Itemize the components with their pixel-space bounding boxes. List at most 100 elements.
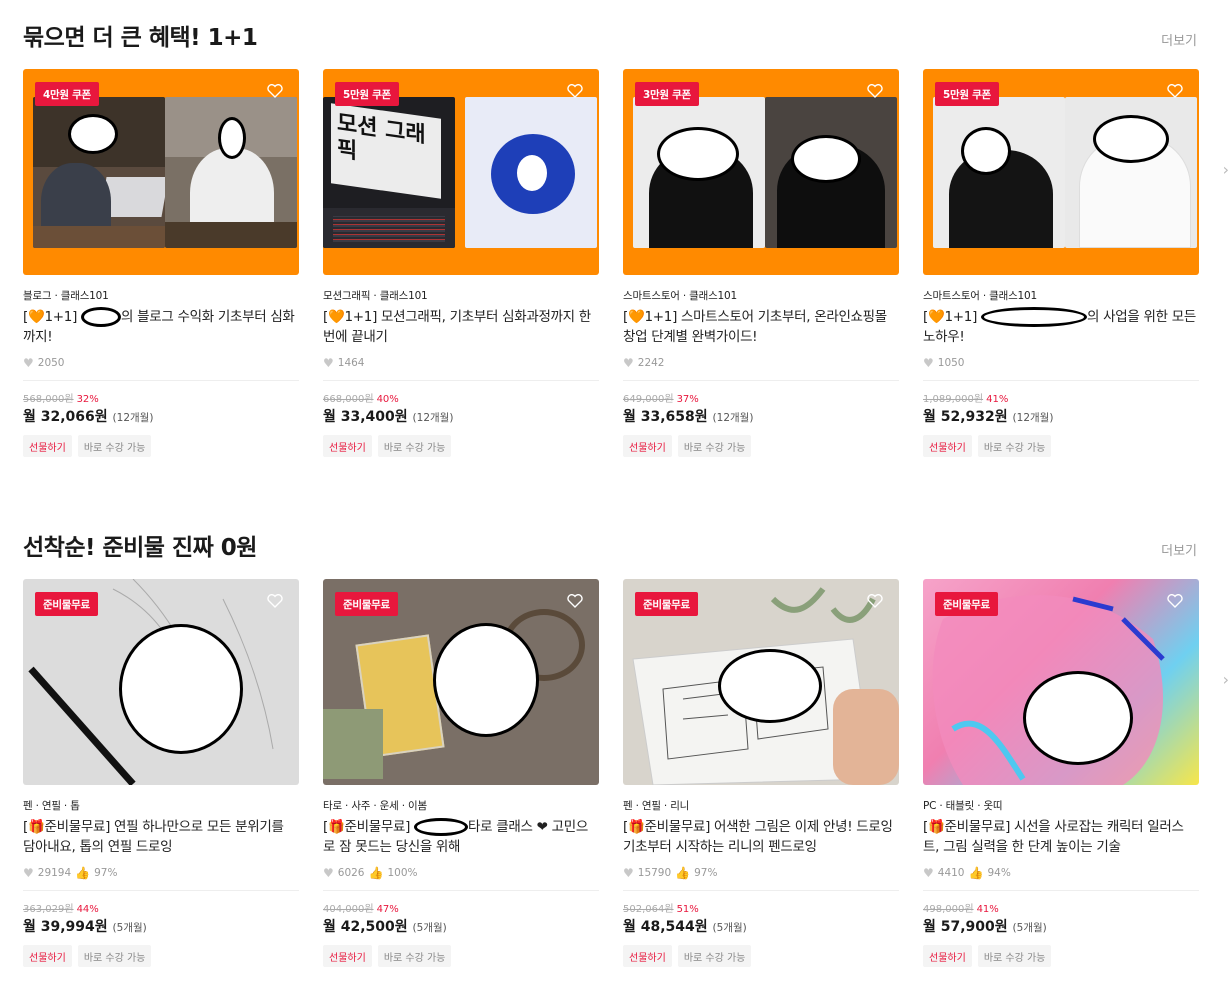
tags: 선물하기 바로 수강 가능 <box>923 435 1199 457</box>
thumbs-up-icon: 👍 <box>968 866 984 880</box>
installment-months: (5개월) <box>1012 922 1047 934</box>
course-card[interactable]: 3만원 쿠폰 스마트스토어 · 클래스101 [🧡1+1] 스마트스토어 기초부… <box>623 69 899 457</box>
course-title[interactable]: [🧡1+1] 스마트스토어 기초부터, 온라인쇼핑몰창업 단계별 완벽가이드! <box>623 307 899 347</box>
course-title[interactable]: [🎁준비물무료] 어색한 그림은 이제 안녕! 드로잉 기초부터 시작하는 리니… <box>623 817 899 857</box>
discount-rate: 47% <box>376 904 399 915</box>
chevron-right-icon[interactable]: › <box>1223 670 1229 689</box>
divider <box>623 380 899 381</box>
instant-access-tag: 바로 수강 가능 <box>977 435 1052 457</box>
redacted-name <box>981 307 1088 327</box>
heart-filled-icon: ♥ <box>323 866 334 880</box>
heart-outline-icon[interactable] <box>867 84 883 98</box>
like-count: 4410 <box>937 867 965 879</box>
tags: 선물하기 바로 수강 가능 <box>623 435 899 457</box>
tags: 선물하기 바로 수강 가능 <box>923 945 1199 967</box>
course-title[interactable]: [🧡1+1] 의 블로그 수익화 기초부터 심화까지! <box>23 307 299 347</box>
price-row: 363,029원 44% <box>23 900 299 915</box>
course-title[interactable]: [🧡1+1] 모션그래픽, 기초부터 심화과정까지 한번에 끝내기 <box>323 307 599 347</box>
redacted-name <box>81 307 122 327</box>
course-category: 스마트스토어 · 클래스101 <box>923 290 1037 302</box>
course-photo <box>465 97 597 248</box>
instant-access-tag: 바로 수강 가능 <box>677 435 752 457</box>
course-stats: ♥ 29194 👍 97% <box>23 865 299 881</box>
satisfaction-rate: 94% <box>987 867 1011 879</box>
divider <box>923 890 1199 891</box>
monthly-price: 월 32,066원 (12개월) <box>23 409 154 425</box>
price-row: 404,000원 47% <box>323 900 599 915</box>
course-card[interactable]: 5만원 쿠폰 스마트스토어 · 클래스101 [🧡1+1] 의 사업을 위한 모… <box>923 69 1199 457</box>
course-thumbnail[interactable]: 5만원 쿠폰 모션 그래픽 <box>323 69 599 275</box>
course-card[interactable]: 준비물무료 펜 · 연필 · 톱 [🎁준비물무료] 연필 하나만으로 모든 분위… <box>23 579 299 967</box>
course-title[interactable]: [🧡1+1] 의 사업을 위한 모든 노하우! <box>923 307 1199 347</box>
more-link[interactable]: 더보기 <box>1161 30 1197 49</box>
course-thumbnail[interactable]: 4만원 쿠폰 <box>23 69 299 275</box>
redacted-face <box>1093 115 1169 163</box>
coupon-badge: 5만원 쿠폰 <box>335 82 399 106</box>
chevron-right-icon[interactable]: › <box>1223 160 1229 179</box>
redacted-face <box>119 624 243 754</box>
gift-tag: 선물하기 <box>623 435 672 457</box>
coupon-badge: 5만원 쿠폰 <box>935 82 999 106</box>
redacted-face <box>791 135 861 183</box>
course-card[interactable]: 준비물무료 펜 · 연필 · 리니 [🎁준비물무료] 어색한 그림은 이제 안녕… <box>623 579 899 967</box>
discount-rate: 37% <box>676 394 699 405</box>
coupon-badge: 3만원 쿠폰 <box>635 82 699 106</box>
divider <box>23 890 299 891</box>
gift-tag: 선물하기 <box>923 435 972 457</box>
original-price: 502,064원 <box>623 904 674 915</box>
course-thumbnail[interactable]: 준비물무료 <box>923 579 1199 785</box>
heart-outline-icon[interactable] <box>867 594 883 608</box>
course-stats: ♥ 1464 <box>323 355 599 371</box>
course-title[interactable]: [🎁준비물무료] 연필 하나만으로 모든 분위기를 담아내요, 톱의 연필 드로… <box>23 817 299 857</box>
monthly-price: 월 48,544원 (5개월) <box>623 919 747 935</box>
like-count: 1464 <box>337 357 365 369</box>
price-row: 1,089,000원 41% <box>923 390 1199 405</box>
course-thumbnail[interactable]: 준비물무료 <box>323 579 599 785</box>
redacted-face <box>433 623 539 737</box>
heart-filled-icon: ♥ <box>923 866 934 880</box>
monthly-price: 월 33,658원 (12개월) <box>623 409 754 425</box>
instant-access-tag: 바로 수강 가능 <box>677 945 752 967</box>
like-count: 2050 <box>37 357 65 369</box>
original-price: 668,000원 <box>323 394 374 405</box>
course-thumbnail[interactable]: 준비물무료 <box>623 579 899 785</box>
heart-outline-icon[interactable] <box>1167 84 1183 98</box>
instant-access-tag: 바로 수강 가능 <box>977 945 1052 967</box>
course-card[interactable]: 준비물무료 PC · 태블릿 · 옷띠 [🎁준비물무료] 시선을 사로잡는 캐릭… <box>923 579 1199 967</box>
course-thumbnail[interactable]: 3만원 쿠폰 <box>623 69 899 275</box>
heart-filled-icon: ♥ <box>23 356 34 370</box>
heart-outline-icon[interactable] <box>267 84 283 98</box>
heart-filled-icon: ♥ <box>623 356 634 370</box>
divider <box>323 380 599 381</box>
thumbs-up-icon: 👍 <box>75 866 91 880</box>
original-price: 649,000원 <box>623 394 674 405</box>
instant-access-tag: 바로 수강 가능 <box>377 435 452 457</box>
heart-outline-icon[interactable] <box>267 594 283 608</box>
heart-outline-icon[interactable] <box>567 84 583 98</box>
course-category: 블로그 · 클래스101 <box>23 290 109 302</box>
more-link[interactable]: 더보기 <box>1161 540 1197 559</box>
heart-outline-icon[interactable] <box>567 594 583 608</box>
tags: 선물하기 바로 수강 가능 <box>23 435 299 457</box>
price-row: 502,064원 51% <box>623 900 899 915</box>
price-row: 668,000원 40% <box>323 390 599 405</box>
redacted-face <box>1023 671 1133 765</box>
gift-tag: 선물하기 <box>623 945 672 967</box>
course-thumbnail[interactable]: 준비물무료 <box>23 579 299 785</box>
course-title[interactable]: [🎁준비물무료] 타로 클래스 ❤ 고민으로 잠 못드는 당신을 위해 <box>323 817 599 857</box>
gift-tag: 선물하기 <box>923 945 972 967</box>
monthly-price: 월 52,932원 (12개월) <box>923 409 1054 425</box>
course-category: 펜 · 연필 · 리니 <box>623 800 690 812</box>
heart-outline-icon[interactable] <box>1167 594 1183 608</box>
course-card[interactable]: 5만원 쿠폰 모션 그래픽 모션그래픽 · 클래스101 [🧡1+1] 모션그래… <box>323 69 599 457</box>
course-card[interactable]: 4만원 쿠폰 블로그 · 클래스101 [🧡1+1] 의 블로그 수익화 기초부… <box>23 69 299 457</box>
satisfaction-rate: 97% <box>94 867 118 879</box>
original-price: 363,029원 <box>23 904 74 915</box>
heart-filled-icon: ♥ <box>23 866 34 880</box>
heart-filled-icon: ♥ <box>623 866 634 880</box>
course-card[interactable]: 준비물무료 타로 · 사주 · 운세 · 이봄 [🎁준비물무료] 타로 클래스 … <box>323 579 599 967</box>
course-title[interactable]: [🎁준비물무료] 시선을 사로잡는 캐릭터 일러스트, 그림 실력을 한 단계 … <box>923 817 1199 857</box>
course-stats: ♥ 2050 <box>23 355 299 371</box>
course-thumbnail[interactable]: 5만원 쿠폰 <box>923 69 1199 275</box>
coupon-badge: 4만원 쿠폰 <box>35 82 99 106</box>
